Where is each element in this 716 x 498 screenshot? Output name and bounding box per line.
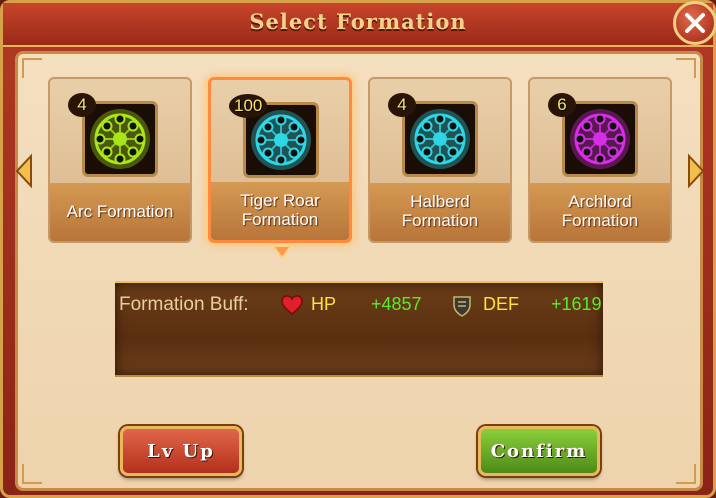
- stat-def-value: +1619: [551, 294, 602, 314]
- formation-card-archlord[interactable]: 6 Archlord Formation: [528, 77, 672, 243]
- close-icon: [685, 13, 705, 33]
- buff-label: Formation Buff:: [119, 294, 249, 315]
- selection-pointer-icon: [271, 245, 293, 260]
- prev-arrow-icon[interactable]: [13, 153, 35, 189]
- formation-arc-icon: [90, 109, 150, 169]
- level-badge: 6: [548, 93, 576, 117]
- corner-ornament: [22, 58, 42, 78]
- corner-ornament: [676, 464, 696, 484]
- stat-hp-name: HP: [311, 294, 337, 314]
- heart-icon: [281, 295, 303, 315]
- formation-buff-panel: Formation Buff: HP +4857 DEF +1619: [115, 281, 603, 377]
- next-arrow-icon[interactable]: [685, 153, 707, 189]
- shield-icon: [453, 296, 471, 317]
- corner-ornament: [22, 464, 42, 484]
- formation-card-halberd[interactable]: 4 Halberd Formation: [368, 77, 512, 243]
- formation-archlord-icon: [570, 109, 630, 169]
- level-badge: 100: [229, 94, 268, 118]
- stat-hp-value: +4857: [371, 294, 422, 314]
- formation-name: Tiger Roar Formation: [240, 191, 320, 229]
- level-badge: 4: [68, 93, 96, 117]
- level-badge: 4: [388, 93, 416, 117]
- formation-emblem: [82, 101, 158, 177]
- close-button[interactable]: [673, 1, 716, 45]
- select-formation-dialog: Select Formation 4 Arc Formation 100 Tig…: [0, 0, 716, 498]
- title-bar: Select Formation: [3, 3, 713, 47]
- formation-card-arc[interactable]: 4 Arc Formation: [48, 77, 192, 243]
- stat-def-name: DEF: [483, 294, 519, 314]
- dialog-title: Select Formation: [249, 9, 467, 34]
- formation-emblem: [402, 101, 478, 177]
- corner-ornament: [676, 58, 696, 78]
- confirm-button[interactable]: Confirm: [478, 426, 600, 476]
- formation-name: Archlord Formation: [561, 192, 639, 230]
- formation-name: Arc Formation: [66, 201, 174, 221]
- formation-card-tiger-roar[interactable]: 100 Tiger Roar Formation: [208, 77, 352, 243]
- formation-name: Halberd Formation: [401, 192, 479, 230]
- formation-halberd-icon: [410, 109, 470, 169]
- lv-up-button[interactable]: Lv Up: [120, 426, 242, 476]
- formation-emblem: [562, 101, 638, 177]
